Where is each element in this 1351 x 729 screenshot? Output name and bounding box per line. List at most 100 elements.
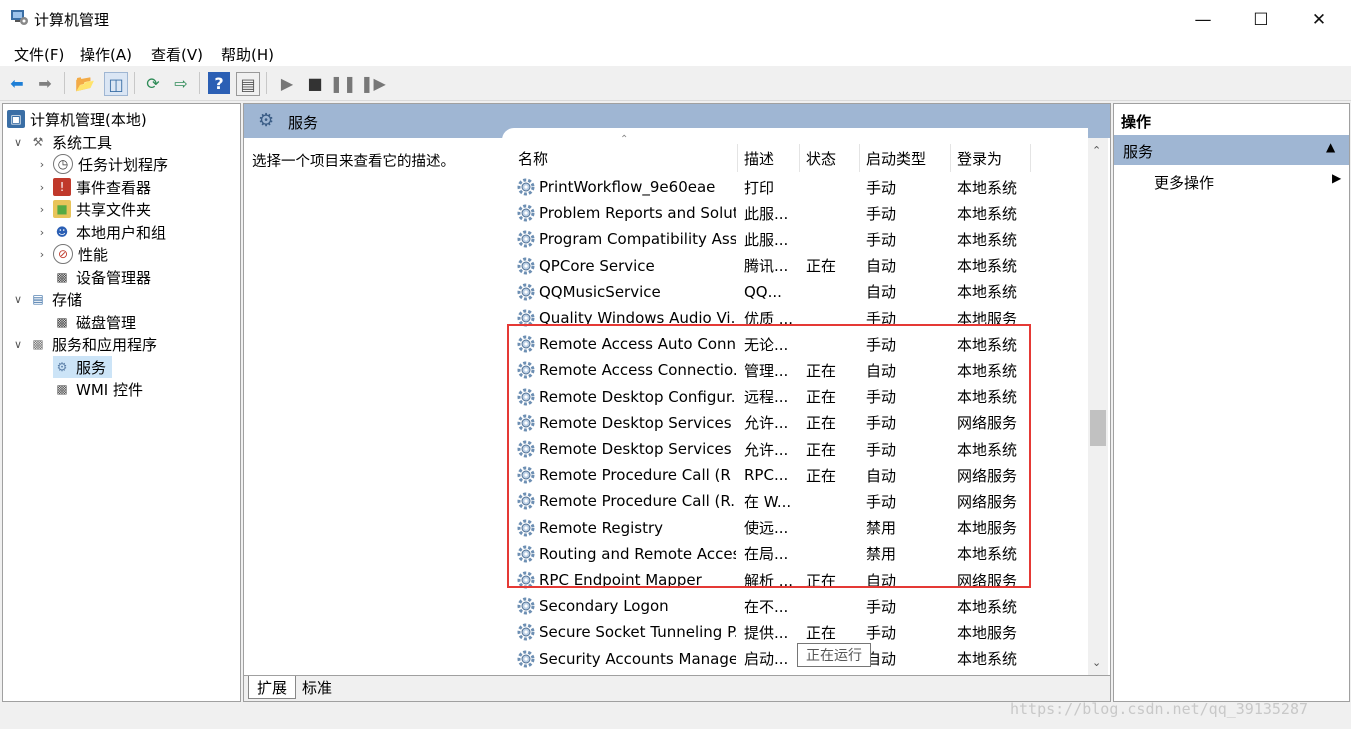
pause-service-icon[interactable]: ❚❚	[330, 72, 357, 94]
back-arrow-icon[interactable]: ⬅	[6, 72, 28, 94]
column-header-status[interactable]: 状态	[800, 144, 860, 172]
service-log-on-as: 本地系统	[957, 283, 1018, 302]
tree-item-shared-folders[interactable]: › ■ 共享文件夹	[35, 198, 151, 220]
column-header-name[interactable]: 名称	[512, 144, 738, 172]
scroll-up-icon[interactable]: ⌃	[1092, 144, 1101, 157]
restart-service-icon[interactable]: ❚▶	[360, 72, 386, 94]
service-name: PrintWorkflow_9e60eae	[516, 174, 736, 200]
tree-item-label: 服务	[76, 358, 107, 377]
menu-view[interactable]: 查看(V)	[151, 44, 203, 65]
table-row[interactable]: Problem Reports and Solut... 此服... 手动 本地系统	[512, 200, 1086, 226]
scroll-thumb[interactable]	[1090, 410, 1106, 446]
tree-item-label: 本地用户和组	[76, 223, 167, 242]
service-log-on-as: 本地系统	[957, 178, 1018, 197]
service-startup-type: 手动	[866, 623, 897, 642]
chevron-right-icon[interactable]: ›	[35, 248, 49, 261]
service-name-text: Program Compatibility Assi...	[539, 230, 736, 249]
column-header-startup-type[interactable]: 启动类型	[860, 144, 951, 172]
actions-title: 操作	[1121, 113, 1152, 131]
menu-action[interactable]: 操作(A)	[80, 44, 132, 65]
vertical-scrollbar[interactable]: ⌃ ⌄	[1088, 138, 1108, 675]
export-list-icon[interactable]: ⇨	[170, 72, 192, 94]
menu-file[interactable]: 文件(F)	[14, 44, 64, 65]
service-status	[806, 593, 860, 619]
tab-standard[interactable]: 标准	[294, 676, 340, 698]
actions-section-label: 服务	[1123, 143, 1154, 161]
table-row[interactable]: Secondary Logon 在不... 手动 本地系统	[512, 593, 1086, 619]
column-header-description[interactable]: 描述	[738, 144, 800, 172]
service-log-on-as: 本地服务	[957, 623, 1018, 642]
tree-item-services-and-apps[interactable]: ∨ ▩ 服务和应用程序	[11, 333, 157, 355]
tree-item-disk-management[interactable]: ▩ 磁盘管理	[53, 311, 136, 333]
refresh-icon[interactable]: ⟳	[142, 72, 164, 94]
close-button[interactable]: ✕	[1290, 0, 1348, 40]
tree-item-wmi-control[interactable]: ▩ WMI 控件	[53, 378, 143, 400]
event-viewer-icon: !	[53, 178, 71, 196]
service-name: QQMusicService	[516, 279, 736, 305]
table-row[interactable]: QPCore Service 腾讯... 正在 自动 本地系统	[512, 253, 1086, 279]
scroll-down-icon[interactable]: ⌄	[1092, 656, 1101, 669]
disk-icon: ▩	[56, 315, 68, 329]
table-row[interactable]: Secure Socket Tunneling P... 提供... 正在 手动 本地服…	[512, 619, 1086, 645]
shared-folder-icon: ■	[53, 200, 71, 218]
start-service-icon[interactable]: ▶	[276, 72, 298, 94]
collapse-up-icon[interactable]: ▲	[1326, 140, 1335, 154]
actions-section-services[interactable]: 服务 ▲	[1114, 135, 1349, 165]
chevron-right-icon[interactable]: ›	[35, 203, 49, 216]
tree-item-label: 事件查看器	[76, 178, 152, 197]
service-startup-type: 手动	[866, 204, 897, 223]
service-name: Problem Reports and Solut...	[516, 200, 736, 226]
computer-management-icon	[11, 10, 28, 25]
service-gear-icon	[517, 178, 535, 196]
table-row[interactable]: QQMusicService QQ... 自动 本地系统	[512, 279, 1086, 305]
tree-item-label: 性能	[78, 245, 109, 264]
stop-service-icon[interactable]: ■	[304, 72, 326, 94]
toolbar: ⬅ ➡ 📂 ◫ ⟳ ⇨ ? ▤ ▶ ■ ❚❚ ❚▶	[0, 66, 1351, 101]
tree-item-computer-management[interactable]: ▣ 计算机管理(本地)	[7, 108, 147, 130]
service-description: 此服...	[744, 204, 789, 223]
chevron-down-icon[interactable]: ∨	[11, 293, 25, 306]
tree-item-device-manager[interactable]: ▩ 设备管理器	[53, 266, 151, 288]
tree-item-performance[interactable]: › ⊘ 性能	[35, 243, 108, 265]
chevron-down-icon[interactable]: ∨	[11, 136, 25, 149]
tree-item-event-viewer[interactable]: › ! 事件查看器	[35, 176, 151, 198]
service-name-text: PrintWorkflow_9e60eae	[539, 178, 716, 196]
more-actions-label: 更多操作	[1154, 174, 1215, 192]
chevron-right-icon[interactable]: ›	[35, 181, 49, 194]
list-header: 名称 描述 状态 启动类型 登录为	[512, 144, 1086, 172]
tab-extended[interactable]: 扩展	[248, 676, 297, 699]
table-row[interactable]: PrintWorkflow_9e60eae 打印 手动 本地系统	[512, 174, 1086, 200]
forward-arrow-icon[interactable]: ➡	[34, 72, 56, 94]
column-header-log-on-as[interactable]: 登录为	[951, 144, 1031, 172]
tree-item-task-scheduler[interactable]: › ◷ 任务计划程序	[35, 153, 168, 175]
minimize-button[interactable]: —	[1174, 0, 1232, 40]
tree-item-system-tools[interactable]: ∨ ⚒ 系统工具	[11, 131, 112, 153]
service-description: 提供...	[744, 623, 789, 642]
watermark-text: https://blog.csdn.net/qq_39135287	[1010, 700, 1309, 718]
chevron-down-icon[interactable]: ∨	[11, 338, 25, 351]
service-startup-type: 自动	[866, 257, 897, 276]
actions-more[interactable]: 更多操作 ▶	[1114, 166, 1349, 194]
table-row[interactable]: Program Compatibility Assi... 此服... 手动 本地系统	[512, 226, 1086, 252]
up-folder-icon[interactable]: 📂	[74, 72, 96, 94]
gear-icon: ⚙	[56, 360, 68, 374]
service-status	[806, 226, 860, 252]
menu-help[interactable]: 帮助(H)	[221, 44, 274, 65]
tree-item-services[interactable]: ⚙ 服务	[53, 356, 113, 378]
show-tree-icon[interactable]: ◫	[104, 72, 128, 96]
tree-item-storage[interactable]: ∨ ▤ 存储	[11, 288, 82, 310]
service-name: Program Compatibility Assi...	[516, 226, 736, 252]
gear-icon: ⚙	[258, 110, 275, 131]
maximize-button[interactable]: ☐	[1232, 0, 1290, 40]
actions-header: 操作	[1114, 104, 1349, 134]
help-icon[interactable]: ?	[208, 72, 230, 94]
tree-item-local-users-groups[interactable]: › ☻ 本地用户和组	[35, 221, 166, 243]
service-name: QPCore Service	[516, 253, 736, 279]
chevron-right-icon[interactable]: ›	[35, 158, 49, 171]
computer-management-icon: ▣	[7, 110, 25, 128]
tree-item-label: 计算机管理(本地)	[30, 110, 147, 129]
properties-icon[interactable]: ▤	[236, 72, 260, 96]
tree-item-label: 服务和应用程序	[52, 335, 158, 354]
chevron-right-icon[interactable]: ›	[35, 226, 49, 239]
service-gear-icon	[517, 283, 535, 301]
